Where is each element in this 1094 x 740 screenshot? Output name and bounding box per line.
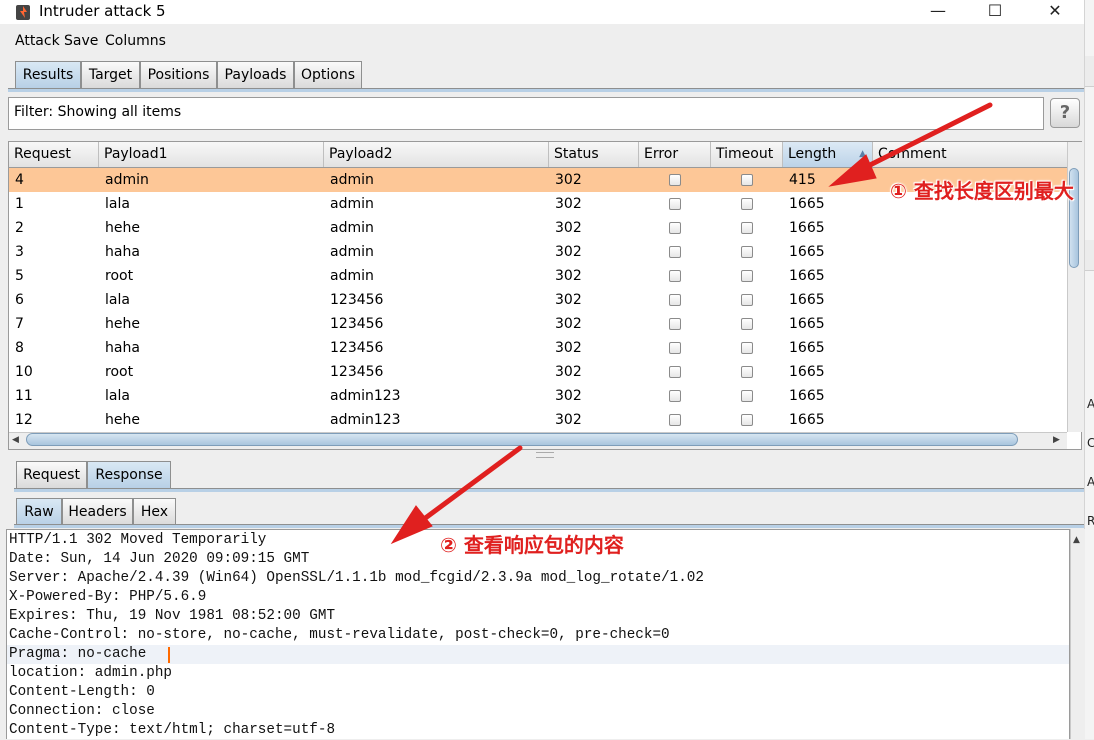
annotation-find-length-diff: ① 查找长度区别最大 — [890, 179, 1074, 203]
arrow-head-2 — [390, 505, 433, 545]
annotation-arrows — [390, 102, 993, 545]
arrow-to-response — [417, 445, 523, 525]
arrow-head-1 — [828, 154, 877, 187]
annotation-view-response: ② 查看响应包的内容 — [440, 533, 624, 557]
arrow-to-length-415 — [857, 102, 993, 173]
